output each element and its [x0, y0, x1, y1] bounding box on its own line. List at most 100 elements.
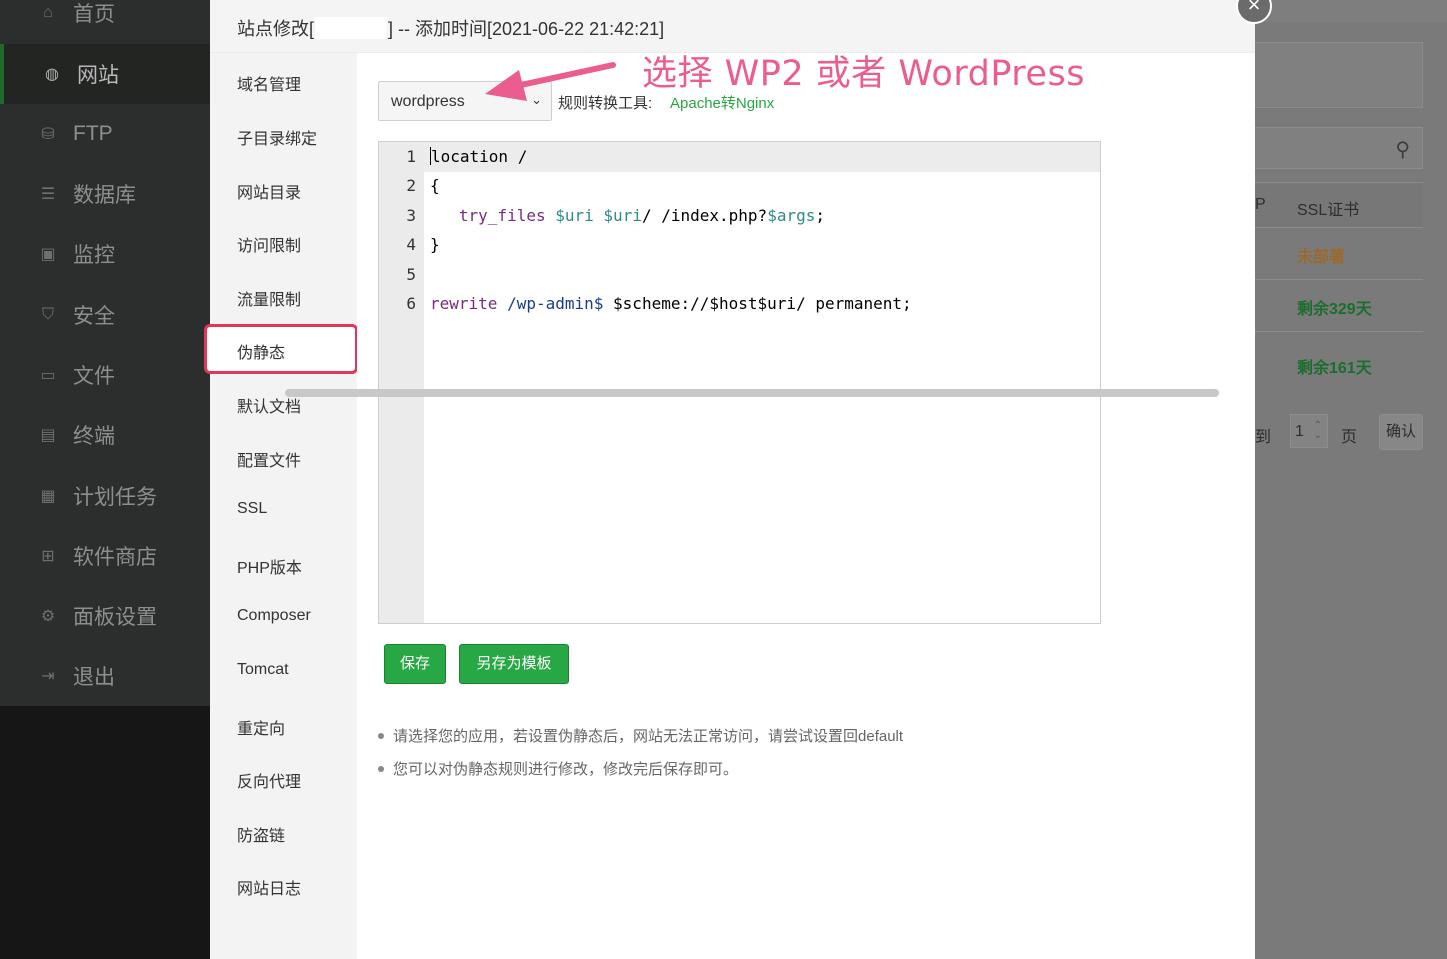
line-number: 6	[406, 294, 416, 313]
tab-php-version[interactable]: PHP版本	[237, 554, 302, 578]
pagination: 转到 1 ⌃ ⌄ 页 确认	[1239, 413, 1447, 453]
tab-access-limit[interactable]: 访问限制	[237, 232, 301, 256]
ssl-status[interactable]: 剩余161天	[1297, 354, 1372, 378]
tab-ssl[interactable]: SSL	[237, 500, 267, 518]
code-text: / /index.php?	[641, 206, 768, 225]
page-unit-label: 页	[1341, 429, 1358, 446]
search-input[interactable]: ⚲	[1255, 127, 1423, 169]
tab-tomcat[interactable]: Tomcat	[237, 661, 289, 679]
nav-label: 网站	[77, 64, 119, 87]
spinner-icon[interactable]: ⌃ ⌄	[1314, 421, 1322, 441]
tab-config-file[interactable]: 配置文件	[237, 447, 301, 471]
nav-item-logout[interactable]: ⇥ 退出	[0, 646, 210, 706]
gear-icon: ⚙	[40, 608, 56, 625]
nav-item-ftp[interactable]: ⛁ FTP	[0, 104, 210, 164]
code-variable: $uri	[603, 206, 642, 225]
tab-site-log[interactable]: 网站日志	[237, 875, 301, 899]
tab-subdirectory-binding[interactable]: 子目录绑定	[237, 125, 317, 149]
code-text: location /	[431, 147, 528, 166]
database-icon: ☰	[40, 186, 56, 203]
code-line: {	[430, 176, 440, 195]
code-text: $scheme://$host$uri/ permanent;	[603, 294, 912, 313]
modal-title-prefix: 站点修改[	[237, 19, 315, 39]
nav-label: 计划任务	[73, 486, 157, 509]
tab-hotlink-protection[interactable]: 防盗链	[237, 822, 285, 846]
tip-item: 您可以对伪静态规则进行修改，修改完后保存即可。	[378, 758, 903, 791]
rewrite-code-editor[interactable]: 1 2 3 4 5 6 location / { try_files $uri …	[378, 141, 1101, 624]
code-keyword: try_files	[458, 206, 546, 225]
nav-item-monitor[interactable]: ▣ 监控	[0, 224, 210, 284]
rewrite-panel: wordpress ⌄ 规则转换工具: Apache转Nginx 1 2 3 4…	[357, 53, 1255, 959]
nav-label: 监控	[73, 244, 115, 267]
nav-label: 首页	[73, 3, 115, 26]
tab-site-directory[interactable]: 网站目录	[237, 179, 301, 203]
code-path: /wp-admin$	[507, 294, 604, 313]
background-info-box	[1255, 42, 1423, 108]
nav-item-database[interactable]: ☰ 数据库	[0, 164, 210, 224]
site-table-header: P SSL证书	[1255, 182, 1423, 228]
line-number-gutter: 1 2 3 4 5 6	[379, 142, 424, 623]
nav-label: 终端	[73, 425, 115, 448]
page-number-input[interactable]: 1 ⌃ ⌄	[1290, 414, 1328, 448]
ssl-status[interactable]: 未部署	[1297, 243, 1345, 267]
code-line: try_files $uri $uri/ /index.php?$args;	[430, 206, 825, 225]
shield-icon: ⛉	[41, 306, 54, 323]
line-number: 2	[406, 176, 416, 195]
confirm-button[interactable]: 确认	[1379, 414, 1423, 450]
site-edit-modal: 站点修改[ ] -- 添加时间[2021-06-22 21:42:21] 域名管…	[204, 0, 1255, 959]
tab-reverse-proxy[interactable]: 反向代理	[237, 768, 301, 792]
nav-item-settings[interactable]: ⚙ 面板设置	[0, 586, 210, 646]
tab-composer[interactable]: Composer	[237, 607, 311, 625]
nav-label: 文件	[73, 365, 115, 388]
nav-item-security[interactable]: ⛉ 安全	[0, 285, 210, 345]
nav-label: 面板设置	[73, 606, 157, 629]
redacted-site-name	[315, 17, 388, 39]
page-number-value: 1	[1295, 423, 1304, 440]
tab-rewrite[interactable]: 伪静态	[237, 339, 285, 363]
apps-icon: ⊞	[41, 548, 55, 565]
search-icon[interactable]: ⚲	[1395, 137, 1410, 162]
annotation-arrow-icon	[485, 62, 616, 101]
code-line: rewrite /wp-admin$ $scheme://$host$uri/ …	[430, 294, 912, 313]
main-sidebar: ⌂ 首页 ◍ 网站 ⛁ FTP ☰ 数据库 ▣ 监控 ⛉ 安全 ▭ 文件 ▤ 终	[0, 0, 210, 959]
nav-item-website[interactable]: ◍ 网站	[0, 44, 210, 104]
nav-item-terminal[interactable]: ▤ 终端	[0, 405, 210, 465]
save-as-template-button[interactable]: 另存为模板	[459, 644, 569, 684]
nav-item-app-store[interactable]: ⊞ 软件商店	[0, 526, 210, 586]
table-row: 未部署	[1255, 228, 1423, 280]
tab-traffic-limit[interactable]: 流量限制	[237, 286, 301, 310]
save-button[interactable]: 保存	[384, 644, 446, 684]
line-number: 3	[406, 206, 416, 225]
tip-item: 请选择您的应用，若设置伪静态后，网站无法正常访问，请尝试设置回default	[378, 725, 903, 758]
background-page: ⚲ P SSL证书 未部署 剩余329天 剩余161天 转到 1 ⌃ ⌄ 页 确认	[1239, 0, 1447, 959]
nav-item-cron[interactable]: ▦ 计划任务	[0, 466, 210, 526]
code-text: ;	[815, 206, 825, 225]
home-icon: ⌂	[43, 4, 53, 21]
modal-title-suffix: ] -- 添加时间[2021-06-22 21:42:21]	[388, 19, 665, 39]
line-number: 4	[406, 235, 416, 254]
code-variable: $args	[767, 206, 816, 225]
column-header-ssl: SSL证书	[1297, 202, 1360, 219]
modal-sidebar: 域名管理 子目录绑定 网站目录 访问限制 流量限制 伪静态 默认文档 配置文件 …	[204, 53, 358, 959]
tab-redirect[interactable]: 重定向	[237, 715, 285, 739]
code-line: }	[430, 235, 440, 254]
table-row: 剩余329天	[1255, 280, 1423, 332]
column-header-p: P	[1255, 196, 1266, 213]
nav-label: 退出	[73, 666, 115, 689]
tab-domain-management[interactable]: 域名管理	[237, 71, 301, 95]
ssl-status[interactable]: 剩余329天	[1297, 295, 1372, 319]
globe-icon: ◍	[45, 66, 59, 83]
folder-icon: ▭	[40, 367, 56, 384]
nav-item-files[interactable]: ▭ 文件	[0, 345, 210, 405]
horizontal-scrollbar[interactable]	[285, 389, 1219, 397]
nav-label: 软件商店	[73, 546, 157, 569]
rewrite-template-value: wordpress	[391, 93, 465, 110]
monitor-icon: ▣	[40, 246, 56, 263]
table-row: 剩余161天	[1255, 332, 1423, 392]
line-number: 1	[406, 147, 416, 166]
calendar-icon: ▦	[40, 488, 56, 505]
nav-item-home[interactable]: ⌂ 首页	[0, 0, 210, 43]
logout-icon: ⇥	[41, 668, 55, 685]
main-nav: ⌂ 首页 ◍ 网站 ⛁ FTP ☰ 数据库 ▣ 监控 ⛉ 安全 ▭ 文件 ▤ 终	[0, 0, 210, 706]
terminal-icon: ▤	[40, 427, 56, 444]
